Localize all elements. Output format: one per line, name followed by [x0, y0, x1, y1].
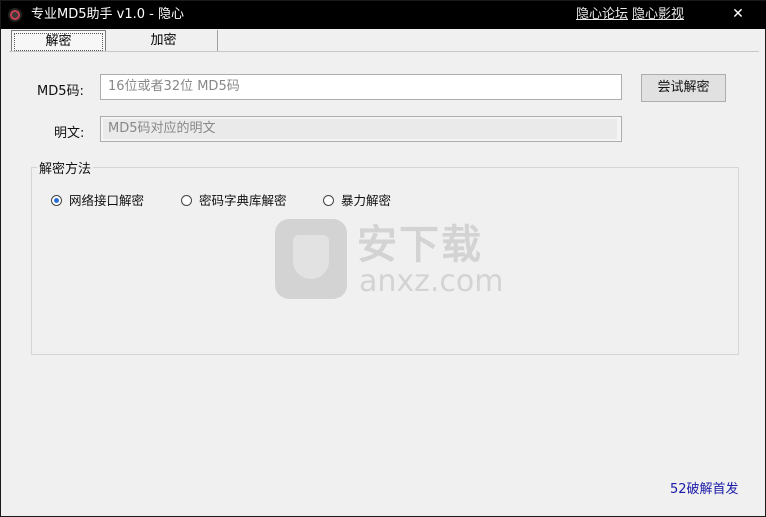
radio-unselected-icon	[323, 195, 334, 206]
main-window: 专业MD5助手 v1.0 - 隐心 隐心论坛 隐心影视 ✕ 解密 加密 MD5码…	[0, 0, 766, 517]
tab-encrypt[interactable]: 加密	[110, 30, 218, 51]
watermark: 安下载 anxz.com	[275, 219, 504, 301]
radio-selected-icon	[51, 195, 62, 206]
plaintext-label: 明文:	[54, 126, 85, 141]
md5-input-placeholder: 16位或者32位 MD5码	[108, 79, 240, 94]
watermark-en-text: anxz.com	[359, 264, 504, 299]
md5-input[interactable]: 16位或者32位 MD5码	[100, 74, 622, 100]
md5-label: MD5码:	[37, 84, 84, 99]
app-logo-icon	[8, 8, 22, 22]
plaintext-output[interactable]: MD5码对应的明文	[100, 116, 622, 142]
radio-label: 密码字典库解密	[199, 193, 287, 208]
try-decrypt-button[interactable]: 尝试解密	[641, 74, 726, 102]
decrypt-method-title: 解密方法	[37, 158, 94, 177]
radio-label: 网络接口解密	[69, 193, 145, 208]
plaintext-placeholder: MD5码对应的明文	[108, 121, 216, 136]
radio-label: 暴力解密	[341, 193, 392, 208]
forum-link[interactable]: 隐心论坛	[576, 7, 628, 23]
title-bar[interactable]: 专业MD5助手 v1.0 - 隐心 隐心论坛 隐心影视 ✕	[1, 1, 766, 29]
window-title: 专业MD5助手 v1.0 - 隐心	[31, 7, 184, 22]
close-icon[interactable]: ✕	[727, 4, 749, 24]
watermark-cn-text: 安下载	[357, 222, 483, 268]
watermark-logo-icon	[275, 219, 347, 299]
video-link[interactable]: 隐心影视	[632, 7, 684, 23]
tab-divider	[9, 51, 759, 52]
tab-decrypt[interactable]: 解密	[11, 30, 106, 52]
footer-credit-link[interactable]: 52破解首发	[670, 478, 739, 497]
radio-unselected-icon	[181, 195, 192, 206]
